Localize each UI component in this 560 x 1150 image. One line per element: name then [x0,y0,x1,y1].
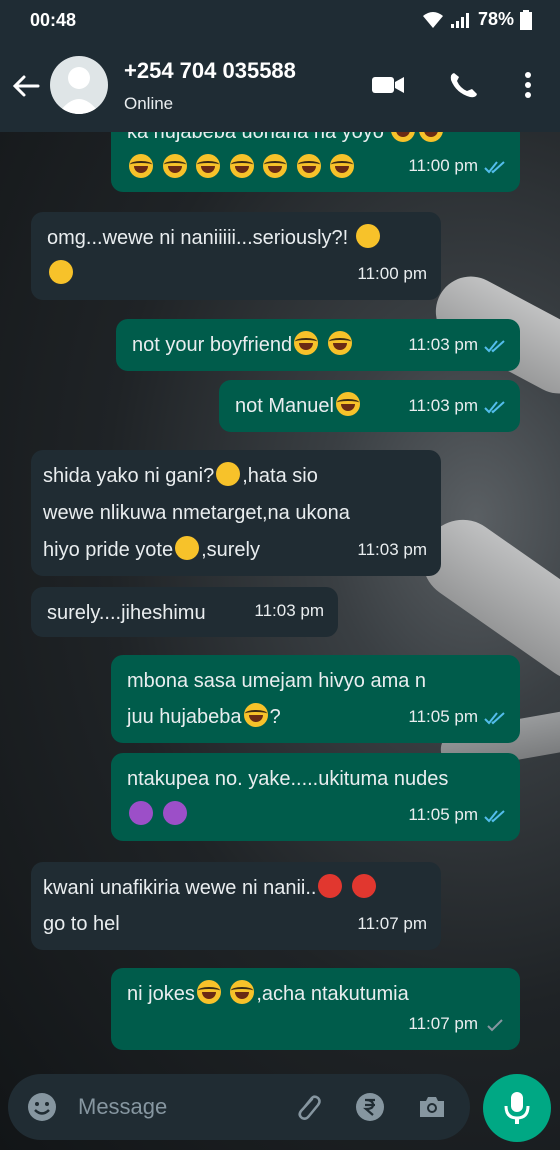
message-time: 11:05 pm [408,805,478,825]
emoji-icon[interactable] [26,1091,58,1123]
laughing-emoji-icon [230,980,255,1004]
eye-roll-emoji-icon [355,224,380,248]
expressionless-emoji-icon [216,462,241,486]
voice-call-icon[interactable] [446,70,482,100]
battery-percent: 78% [477,9,514,29]
message-text: not Manuel [235,395,334,417]
message-text: wewe nlikuwa nmetarget,na ukona [43,502,350,524]
message-time: 11:03 pm [254,601,324,621]
message-incoming[interactable]: omg...wewe ni naniiiii...seriously?! 11:… [31,212,441,300]
back-arrow-icon[interactable] [10,70,42,102]
avatar[interactable] [50,56,108,114]
message-text: ,acha ntakutumia [256,983,409,1005]
angry-emoji-icon [352,874,377,898]
message-text: mbona sasa umejam hivyo ama n [127,670,427,692]
message-time: 11:05 pm [408,707,478,727]
laughing-emoji-icon [229,154,254,178]
message-time: 11:00 pm [408,156,478,176]
message-meta: 11:00 pm [408,151,506,182]
message-time: 11:07 pm [408,1014,478,1034]
message-input[interactable]: Message [78,1094,167,1120]
mic-icon [504,1092,530,1124]
laughing-emoji-icon [330,154,355,178]
signal-icon [450,12,469,28]
message-time: 11:03 pm [408,335,478,355]
eye-roll-emoji-icon [49,260,73,284]
status-time: 00:48 [30,10,77,30]
angry-emoji-icon [318,874,343,898]
camera-icon[interactable] [416,1091,448,1123]
message-incoming[interactable]: surely....jiheshimu 11:03 pm [31,587,338,637]
video-call-icon[interactable] [370,70,406,100]
laughing-emoji-icon [129,154,153,178]
laughing-emoji-icon [162,154,187,178]
message-meta: 11:03 pm [408,391,506,422]
message-meta: 11:05 pm [408,702,506,733]
chat-header: +254 704 035588 Online [0,40,560,132]
battery-icon [520,9,532,30]
status-bar: 00:48 78% [0,0,560,40]
message-text: surely....jiheshimu [47,602,206,624]
message-meta: 11:00 pm [357,259,427,290]
message-outgoing[interactable]: ntakupea no. yake.....ukituma nudes 11:0… [111,753,520,841]
message-text: hiyo pride yote [43,539,174,561]
message-meta: 11:03 pm [254,596,324,627]
message-outgoing[interactable]: mbona sasa umejam hivyo ama n juu hujabe… [111,655,520,743]
laughing-emoji-icon [296,154,321,178]
message-text: ,surely [201,539,260,561]
message-text: ? [269,706,281,728]
message-text: omg...wewe ni naniiiii...seriously?! [47,227,349,249]
message-text: ni jokes [127,983,195,1005]
mic-button[interactable] [483,1074,551,1142]
message-text: shida yako ni gani? [43,465,215,487]
message-text: juu hujabeba [127,706,242,728]
status-icons: 78% [422,9,532,30]
message-meta: 11:03 pm [357,535,427,566]
message-text: not your boyfriend [132,334,293,356]
laughing-emoji-icon [327,331,352,355]
laughing-emoji-icon [335,392,360,416]
devil-emoji-icon [162,801,187,825]
read-ticks-icon [484,160,505,174]
message-meta: 11:05 pm [408,800,506,831]
devil-emoji-icon [129,801,153,825]
message-text: go to hel [43,913,120,935]
contact-name[interactable]: +254 704 035588 [124,58,296,84]
contact-status: Online [124,94,174,113]
message-meta: 11:07 pm [357,909,427,940]
disappointed-emoji-icon [175,536,200,560]
message-time: 11:00 pm [357,264,427,284]
read-ticks-icon [484,809,505,823]
sent-tick-icon [487,1018,503,1032]
rupee-payment-icon[interactable] [354,1091,386,1123]
message-text: ,hata sio [242,465,318,487]
message-meta: 11:03 pm [408,330,506,361]
laughing-emoji-icon [294,331,319,355]
message-time: 11:07 pm [357,914,427,934]
message-composer: Message [8,1074,470,1140]
message-text: kwani unafikiria wewe ni nanii.. [43,877,317,899]
attach-icon[interactable] [292,1091,324,1123]
message-incoming[interactable]: kwani unafikiria wewe ni nanii.. go to h… [31,862,441,950]
message-outgoing[interactable]: not your boyfriend 11:03 pm [116,319,520,371]
more-options-icon[interactable] [510,70,546,100]
message-outgoing[interactable]: not Manuel 11:03 pm [219,380,520,432]
wifi-icon [422,11,443,28]
message-meta: 11:07 pm [408,1009,506,1040]
read-ticks-icon [484,711,505,725]
laughing-emoji-icon [196,154,221,178]
message-outgoing[interactable]: ni jokes ,acha ntakutumia 11:07 pm [111,968,520,1050]
message-text: ntakupea no. yake.....ukituma nudes [127,768,449,790]
message-time: 11:03 pm [357,540,427,560]
read-ticks-icon [484,339,505,353]
message-time: 11:03 pm [408,396,478,416]
laughing-emoji-icon [243,703,268,727]
laughing-emoji-icon [263,154,288,178]
read-ticks-icon [484,400,505,414]
laughing-emoji-icon [196,980,221,1004]
message-incoming[interactable]: shida yako ni gani? ,hata sio wewe nlikuw… [31,450,441,576]
